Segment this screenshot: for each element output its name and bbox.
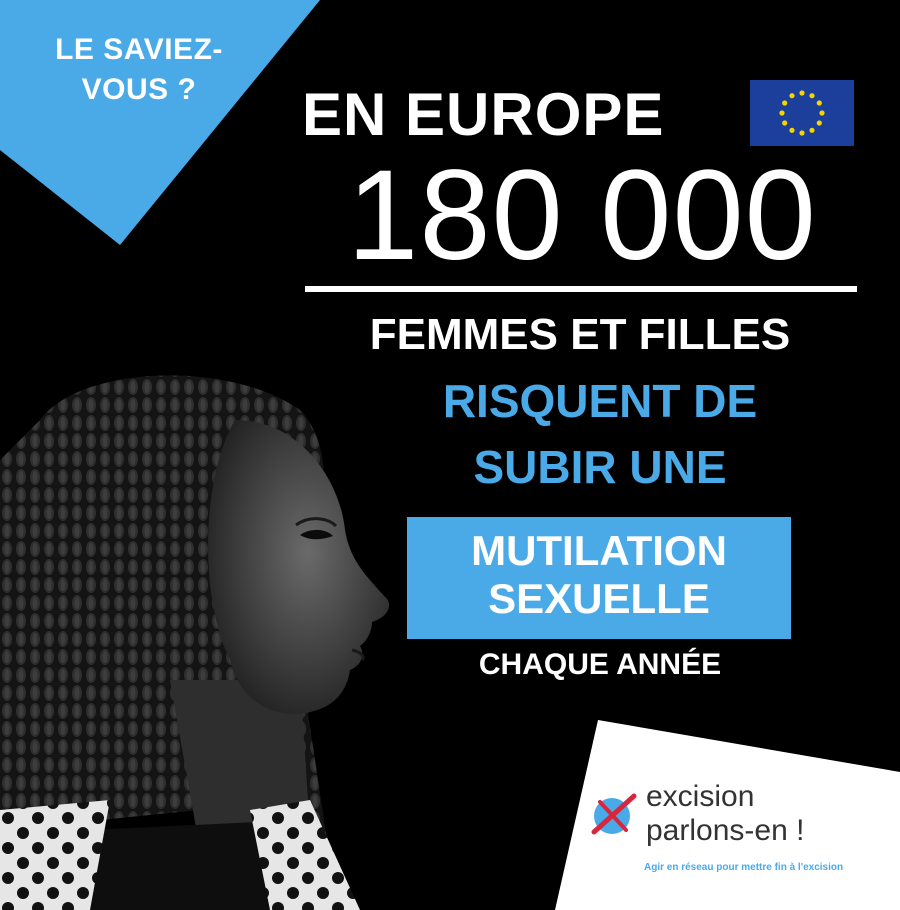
highlight-box: MUTILATION SEXUELLE <box>407 517 791 639</box>
highlight-line-2: SEXUELLE <box>488 575 710 622</box>
logo-wordmark: excision parlons-en ! <box>646 780 804 848</box>
women-and-girls-text: FEMMES ET FILLES <box>369 310 791 359</box>
logo-line-1: excision <box>646 780 755 813</box>
headline-number: 180 000 <box>347 144 817 287</box>
eu-flag-icon <box>750 80 854 146</box>
organization-logo: excision parlons-en ! Agir en réseau pou… <box>588 780 888 890</box>
did-you-know-banner: LE SAVIEZ- VOUS ? <box>0 0 320 245</box>
banner-line-1: LE SAVIEZ- <box>55 33 223 66</box>
headline-title: EN EUROPE <box>302 81 665 148</box>
banner-line-2: VOUS ? <box>81 73 197 106</box>
highlight-line-1: MUTILATION <box>471 527 727 574</box>
logo-line-2: parlons-en ! <box>646 814 805 847</box>
poster: LE SAVIEZ- VOUS ? EN EUROPE 180 000 FEMM… <box>0 0 900 910</box>
risk-text-line-2: SUBIR UNE <box>473 441 727 493</box>
crossed-circle-icon <box>591 793 637 835</box>
banner-text: LE SAVIEZ- VOUS ? <box>14 30 264 110</box>
divider-line <box>305 286 857 292</box>
every-year-text: CHAQUE ANNÉE <box>478 648 722 681</box>
logo-tagline: Agir en réseau pour mettre fin à l'excis… <box>644 862 844 873</box>
risk-text-line-1: RISQUENT DE <box>442 375 758 427</box>
